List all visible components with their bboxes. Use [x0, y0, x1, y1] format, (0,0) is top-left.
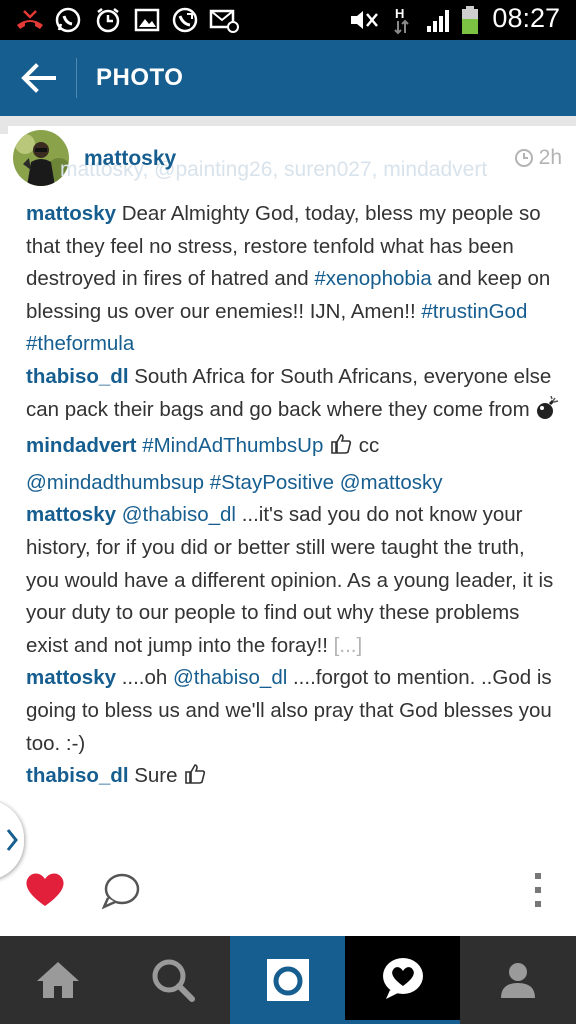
comment: thabiso_dl Sure [26, 760, 561, 797]
comment-username[interactable]: mattosky [26, 202, 116, 225]
tab-home[interactable] [0, 936, 115, 1024]
thumbs-up-icon [329, 432, 353, 467]
mention[interactable]: @mattosky [340, 471, 443, 494]
back-button[interactable] [14, 58, 62, 98]
comment-text: ....oh [116, 666, 173, 690]
comment: mattosky Dear Almighty God, today, bless… [26, 198, 561, 361]
gallery-icon [132, 5, 162, 35]
thumbs-up-icon [183, 762, 207, 797]
tab-search[interactable] [115, 936, 230, 1024]
hashtag[interactable]: #xenophobia [314, 267, 431, 290]
comment: mattosky @thabiso_dl ...it's sad you do … [26, 499, 561, 662]
comment-text: cc [353, 434, 380, 458]
app-bar-divider [76, 58, 77, 98]
mute-icon [346, 5, 380, 35]
hashtag[interactable]: #MindAdThumbsUp [142, 434, 323, 457]
tab-camera[interactable] [230, 936, 345, 1024]
data-h-icon: H [392, 5, 412, 35]
post-timestamp: 2h [514, 146, 562, 170]
email-icon [208, 5, 240, 35]
comment-username[interactable]: mattosky [26, 503, 116, 526]
back-arrow-icon [21, 63, 56, 93]
comment-text: ...it's sad you do not know your history… [26, 503, 554, 657]
chevron-right-icon [4, 826, 20, 854]
comments-list: mattosky Dear Almighty God, today, bless… [26, 198, 561, 797]
comment-username[interactable]: mindadvert [26, 434, 137, 457]
bottom-tab-bar [0, 936, 576, 1024]
tab-activity[interactable] [345, 936, 460, 1024]
camera-icon [266, 959, 309, 1001]
activity-icon [382, 958, 423, 999]
mention[interactable]: @thabiso_dl [173, 666, 287, 689]
comment-username[interactable]: thabiso_dl [26, 764, 129, 787]
whatsapp-icon [52, 5, 84, 35]
svg-text:H: H [395, 6, 404, 21]
comment-bubble-icon [101, 873, 140, 910]
mention[interactable]: @thabiso_dl [122, 503, 236, 526]
bomb-icon [535, 395, 559, 431]
status-bar: H 08:27 [0, 0, 576, 40]
tab-profile[interactable] [460, 936, 576, 1024]
app-bar: PHOTO [0, 40, 576, 116]
post-owner-username[interactable]: mattosky [84, 147, 176, 171]
comment: thabiso_dl South Africa for South Africa… [26, 361, 561, 430]
vertical-dots-icon [535, 873, 541, 907]
profile-icon [501, 963, 535, 998]
comment-button[interactable] [101, 872, 142, 915]
mention[interactable]: @mindadthumbsup [26, 471, 204, 494]
battery-icon [458, 5, 482, 35]
page-title: PHOTO [96, 64, 184, 91]
hashtag[interactable]: #theformula [26, 332, 134, 355]
phone-icon [170, 5, 200, 35]
more-options-button[interactable] [528, 872, 548, 908]
clock-icon [514, 149, 533, 167]
post-time: 2h [538, 146, 562, 169]
comment: mindadvert #MindAdThumbsUp cc @mindadthu… [26, 430, 561, 499]
comment-text: Sure [128, 764, 184, 788]
hashtag[interactable]: #trustinGod [421, 300, 527, 323]
more-link[interactable]: [...] [334, 634, 362, 657]
hashtag[interactable]: #StayPositive [210, 471, 334, 494]
like-button[interactable] [24, 870, 66, 913]
signal-icon [424, 5, 454, 35]
comment-username[interactable]: thabiso_dl [26, 365, 129, 388]
comment-username[interactable]: mattosky [26, 666, 116, 689]
missed-call-icon [12, 5, 48, 35]
heart-icon [26, 873, 64, 906]
comment: mattosky ....oh @thabiso_dl ....forgot t… [26, 662, 561, 760]
status-time: 08:27 [492, 3, 560, 33]
search-icon [152, 959, 195, 1002]
alarm-icon [92, 5, 124, 35]
home-icon [36, 962, 79, 998]
